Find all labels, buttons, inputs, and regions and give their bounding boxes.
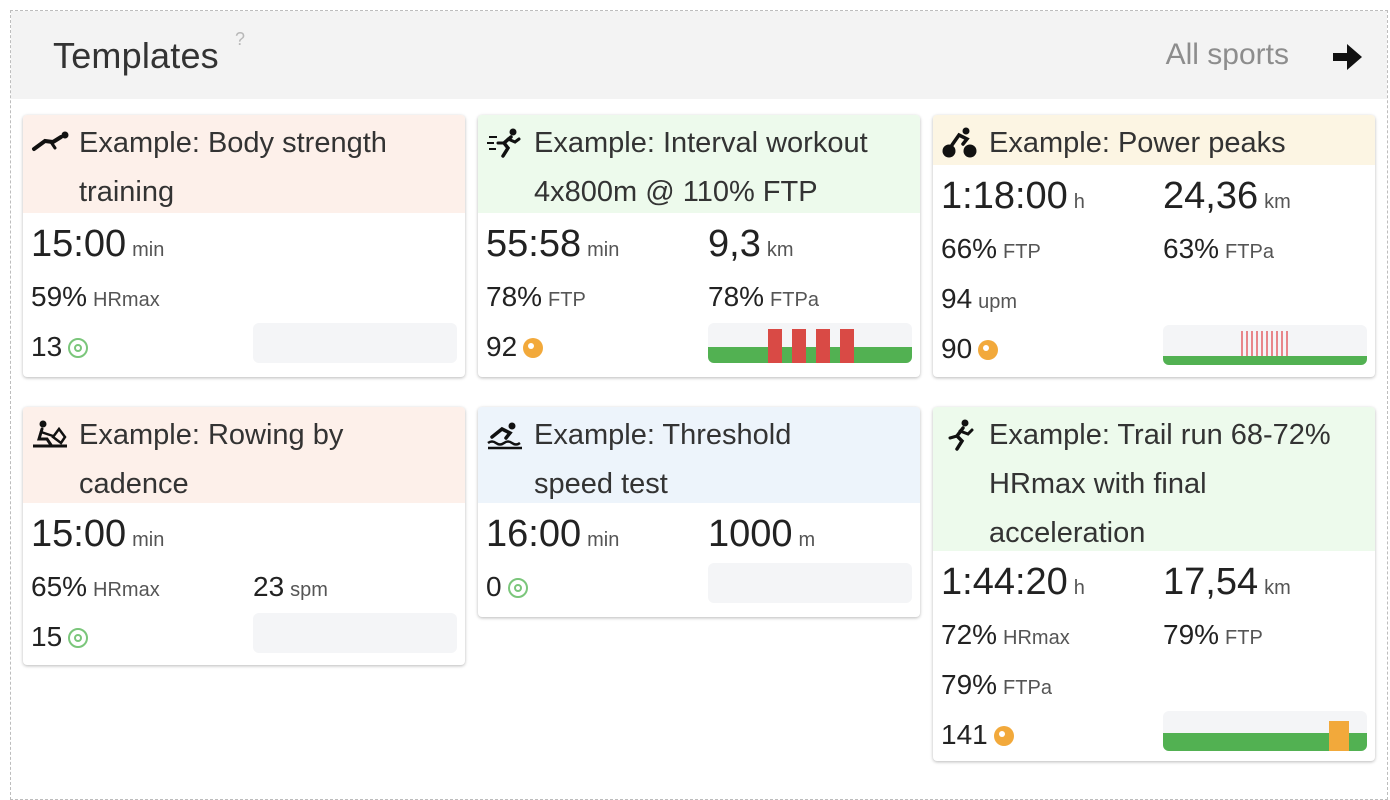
intensity-value: 59% <box>31 281 88 312</box>
card-title: Example: Power peaks <box>933 115 1375 165</box>
templates-panel: Templates ? All sports Example: Body str… <box>10 10 1388 800</box>
arrow-right-icon[interactable] <box>1329 39 1365 75</box>
page-title: Templates <box>53 35 219 76</box>
template-card-trail-run[interactable]: Example: Trail run 68-72% HRmax with fin… <box>933 407 1375 761</box>
swimming-icon <box>487 422 522 450</box>
template-card-rowing[interactable]: Example: Rowing by cadence 15:00 min 65% H… <box>23 407 465 665</box>
training-points: 92 <box>486 331 518 362</box>
running-icon <box>487 128 521 158</box>
template-card-body-strength[interactable]: Example: Body strength training 15:00 min… <box>23 115 465 377</box>
duration-value: 1:44:20 <box>941 561 1068 603</box>
duration-value: 16:00 <box>486 513 582 555</box>
intensity-value-2: 78% <box>708 281 765 312</box>
distance-value: 1000 <box>708 513 793 555</box>
intensity-value: 72% <box>941 619 998 650</box>
intensity-value: 65% <box>31 571 88 602</box>
strength-icon <box>32 131 69 151</box>
card-title: Example: Body strength training <box>23 115 465 213</box>
template-card-interval-workout[interactable]: Example: Interval workout 4x800m @ 110% … <box>478 115 920 377</box>
target-orange-icon <box>978 340 999 360</box>
distance-value: 17,54 <box>1163 561 1259 603</box>
card-title: Example: Trail run 68-72% HRmax with fin… <box>933 407 1375 551</box>
cycling-icon <box>942 127 977 158</box>
workout-profile-chart <box>253 323 457 363</box>
target-orange-icon <box>523 338 544 358</box>
cadence-value: 23 <box>253 571 285 602</box>
workout-profile-chart <box>253 613 457 653</box>
cadence-value: 94 <box>941 283 973 314</box>
intensity-value-3: 79% <box>941 669 998 700</box>
workout-profile-chart <box>1163 325 1367 365</box>
training-points: 90 <box>941 333 973 364</box>
templates-header: Templates ? All sports <box>11 11 1387 99</box>
template-card-power-peaks[interactable]: Example: Power peaks 1:18:00 h 24,36 km 66… <box>933 115 1375 377</box>
template-card-threshold-speed-test[interactable]: Example: Threshold speed test 16:00 min 1… <box>478 407 920 617</box>
distance-value: 24,36 <box>1163 175 1259 217</box>
target-green-icon <box>68 338 89 358</box>
rowing-icon <box>33 420 67 448</box>
intensity-value: 78% <box>486 281 543 312</box>
training-points: 15 <box>31 621 63 652</box>
intensity-value-2: 63% <box>1163 233 1220 264</box>
target-orange-icon <box>993 726 1014 746</box>
distance-value: 9,3 <box>708 223 761 265</box>
sport-filter-dropdown[interactable]: All sports <box>1166 38 1289 72</box>
training-points: 0 <box>486 571 502 602</box>
workout-profile-chart <box>708 323 912 363</box>
training-points: 13 <box>31 331 63 362</box>
duration-value: 1:18:00 <box>941 175 1068 217</box>
target-green-icon <box>68 628 89 648</box>
duration-value: 55:58 <box>486 223 582 265</box>
duration-value: 15:00 <box>31 223 127 265</box>
card-title: Example: Threshold speed test <box>478 407 920 503</box>
trail-running-icon <box>948 419 974 451</box>
workout-profile-chart <box>1163 711 1367 751</box>
card-title: Example: Interval workout 4x800m @ 110% … <box>478 115 920 213</box>
workout-profile-chart <box>708 563 912 603</box>
intensity-value-2: 79% <box>1163 619 1220 650</box>
card-title: Example: Rowing by cadence <box>23 407 465 503</box>
help-icon[interactable]: ? <box>235 29 245 50</box>
duration-value: 15:00 <box>31 513 127 555</box>
training-points: 141 <box>941 719 988 750</box>
intensity-value: 66% <box>941 233 998 264</box>
target-green-icon <box>507 578 528 598</box>
